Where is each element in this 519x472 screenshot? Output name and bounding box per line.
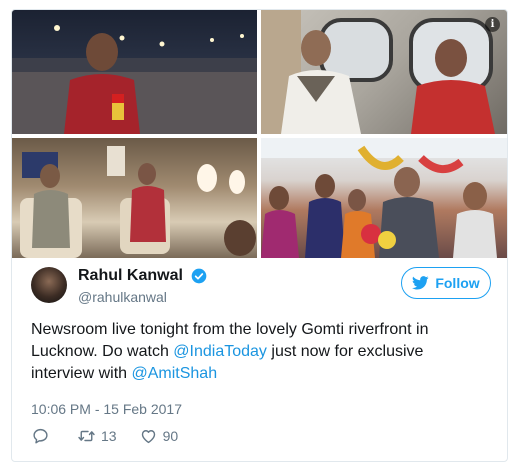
reply-button[interactable]	[31, 427, 55, 445]
tweet-timestamp[interactable]: 10:06 PM - 15 Feb 2017	[31, 401, 182, 417]
tweet-text: Newsroom live tonight from the lovely Go…	[31, 319, 491, 385]
author-name[interactable]: Rahul Kanwal	[78, 267, 183, 285]
info-icon[interactable]: i	[485, 17, 500, 32]
avatar[interactable]	[31, 267, 67, 303]
author-handle[interactable]: @rahulkanwal	[78, 289, 167, 305]
mention-amitshah-link[interactable]: @AmitShah	[131, 365, 217, 382]
like-count: 90	[162, 428, 179, 444]
twitter-bird-icon	[412, 276, 429, 290]
photo-grid[interactable]: i	[12, 10, 507, 258]
photo-helicopter-interview[interactable]	[261, 10, 507, 134]
follow-label: Follow	[435, 275, 480, 291]
reply-icon	[33, 428, 48, 444]
retweet-button[interactable]: 13	[77, 427, 117, 445]
tweet-header: Rahul Kanwal @rahulkanwal Follow	[31, 263, 491, 313]
retweet-count: 13	[101, 428, 117, 444]
tweet-actions: 13 90	[31, 425, 200, 447]
follow-button[interactable]: Follow	[401, 267, 491, 299]
like-button[interactable]: 90	[139, 427, 179, 445]
photo-riverfront-reporter[interactable]	[12, 10, 257, 134]
photo-aircraft-cabin[interactable]	[12, 138, 257, 258]
heart-icon	[141, 430, 155, 444]
tweet-card: i Rahul Kanwal @rahulkanwal Follow Newsr…	[11, 9, 508, 462]
photo-garland-welcome[interactable]	[261, 138, 507, 258]
retweet-icon	[78, 430, 95, 442]
verified-badge-icon	[191, 268, 207, 284]
mention-indiatoday-link[interactable]: @IndiaToday	[173, 343, 267, 360]
